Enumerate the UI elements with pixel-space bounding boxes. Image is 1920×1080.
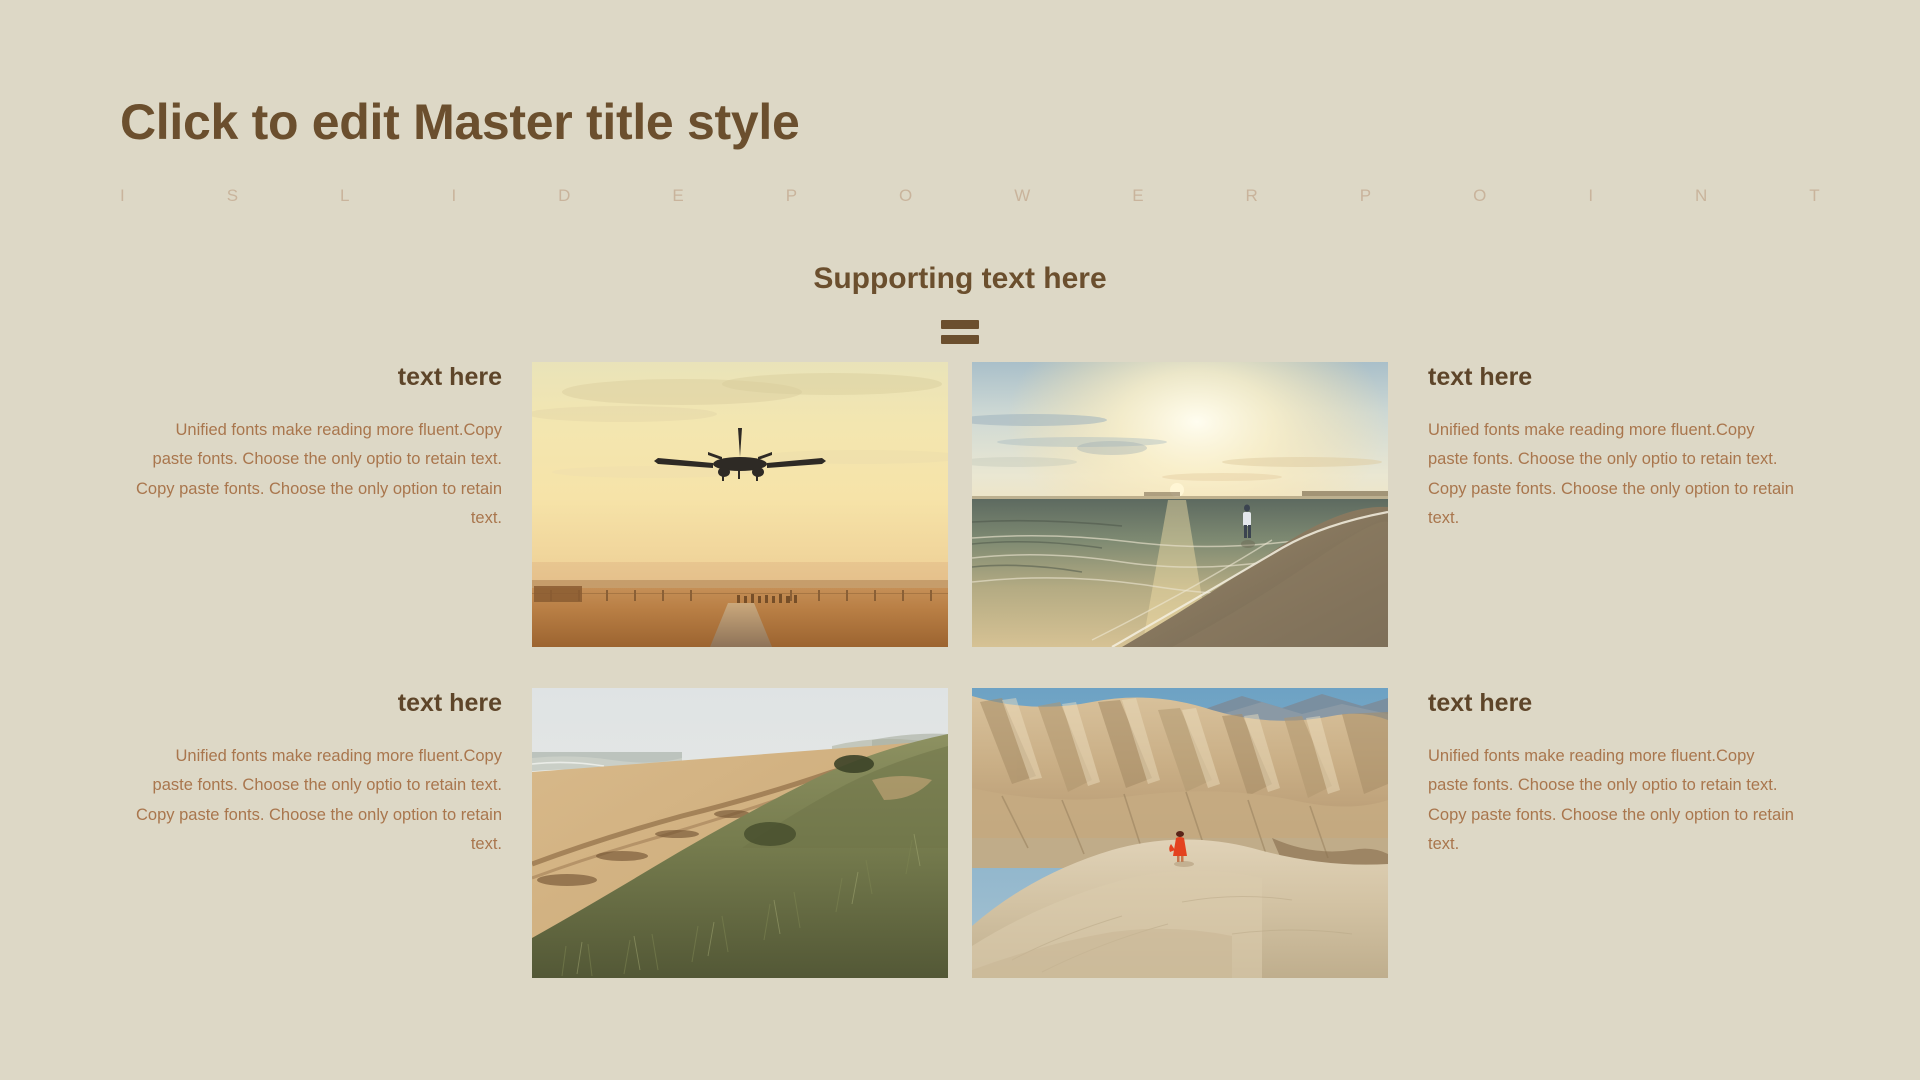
brand-letter: T bbox=[1809, 186, 1820, 205]
cell-body: Unified fonts make reading more fluent.C… bbox=[132, 416, 502, 533]
divider-bar-top bbox=[941, 320, 979, 329]
cell-body: Unified fonts make reading more fluent.C… bbox=[1428, 742, 1798, 859]
brand-letter: P bbox=[785, 186, 798, 205]
cell-paragraph: Unified fonts make reading more fluent.C… bbox=[152, 421, 502, 469]
dunes-photo-graphic bbox=[532, 688, 948, 978]
cell-bottom-right: text here Unified fonts make reading mor… bbox=[1428, 688, 1798, 859]
brand-letter: I bbox=[451, 186, 457, 205]
cell-body: Unified fonts make reading more fluent.C… bbox=[132, 742, 502, 859]
brand-letter: P bbox=[1359, 186, 1372, 205]
cell-title[interactable]: text here bbox=[132, 688, 502, 718]
page-title[interactable]: Click to edit Master title style bbox=[120, 95, 800, 150]
desert-badlands-photo[interactable] bbox=[972, 688, 1388, 978]
brand-letter: O bbox=[899, 186, 913, 205]
brand-letter: O bbox=[1473, 186, 1487, 205]
brand-letter: E bbox=[672, 186, 684, 205]
beach-sunset-walker-photo[interactable] bbox=[972, 362, 1388, 647]
cell-paragraph: Unified fonts make reading more fluent.C… bbox=[1428, 421, 1778, 469]
brand-letter: E bbox=[1132, 186, 1144, 205]
cell-title[interactable]: text here bbox=[1428, 362, 1798, 392]
slide-canvas: Click to edit Master title style I S L I… bbox=[0, 0, 1920, 1080]
cell-paragraph: Unified fonts make reading more fluent.C… bbox=[152, 747, 502, 795]
cell-paragraph: Copy paste fonts. Choose the only option… bbox=[136, 805, 502, 854]
brand-letter: D bbox=[558, 186, 571, 205]
brand-letter: W bbox=[1014, 186, 1031, 205]
cell-paragraph: Unified fonts make reading more fluent.C… bbox=[1428, 747, 1778, 795]
cell-top-left: text here Unified fonts make reading mor… bbox=[132, 362, 502, 533]
cell-paragraph: Copy paste fonts. Choose the only option… bbox=[136, 479, 502, 528]
cell-title[interactable]: text here bbox=[132, 362, 502, 392]
brand-letter: S bbox=[226, 186, 239, 205]
brand-letter-strip: I S L I D E P O W E R P O I N T bbox=[120, 186, 1820, 206]
section-heading[interactable]: Supporting text here bbox=[0, 262, 1920, 296]
cell-paragraph: Copy paste fonts. Choose the only option… bbox=[1428, 479, 1794, 528]
airplane-landing-at-sunset-photo[interactable] bbox=[532, 362, 948, 647]
brand-letter: L bbox=[340, 186, 350, 205]
cell-title[interactable]: text here bbox=[1428, 688, 1798, 718]
divider-bar-bottom bbox=[941, 335, 979, 344]
cell-paragraph: Copy paste fonts. Choose the only option… bbox=[1428, 805, 1794, 854]
cell-bottom-left: text here Unified fonts make reading mor… bbox=[132, 688, 502, 859]
coastal-dunes-grass-photo[interactable] bbox=[532, 688, 948, 978]
desert-photo-graphic bbox=[972, 688, 1388, 978]
brand-letter: I bbox=[120, 186, 125, 205]
beach-sunset-photo-graphic bbox=[972, 362, 1388, 647]
brand-letter: I bbox=[1588, 186, 1594, 205]
brand-letter: N bbox=[1695, 186, 1708, 205]
cell-body: Unified fonts make reading more fluent.C… bbox=[1428, 416, 1798, 533]
cell-top-right: text here Unified fonts make reading mor… bbox=[1428, 362, 1798, 533]
double-bar-divider-icon bbox=[941, 320, 979, 344]
content-row-2: text here Unified fonts make reading mor… bbox=[0, 688, 1920, 991]
airplane-photo-graphic bbox=[532, 362, 948, 647]
brand-letter: R bbox=[1245, 186, 1259, 205]
